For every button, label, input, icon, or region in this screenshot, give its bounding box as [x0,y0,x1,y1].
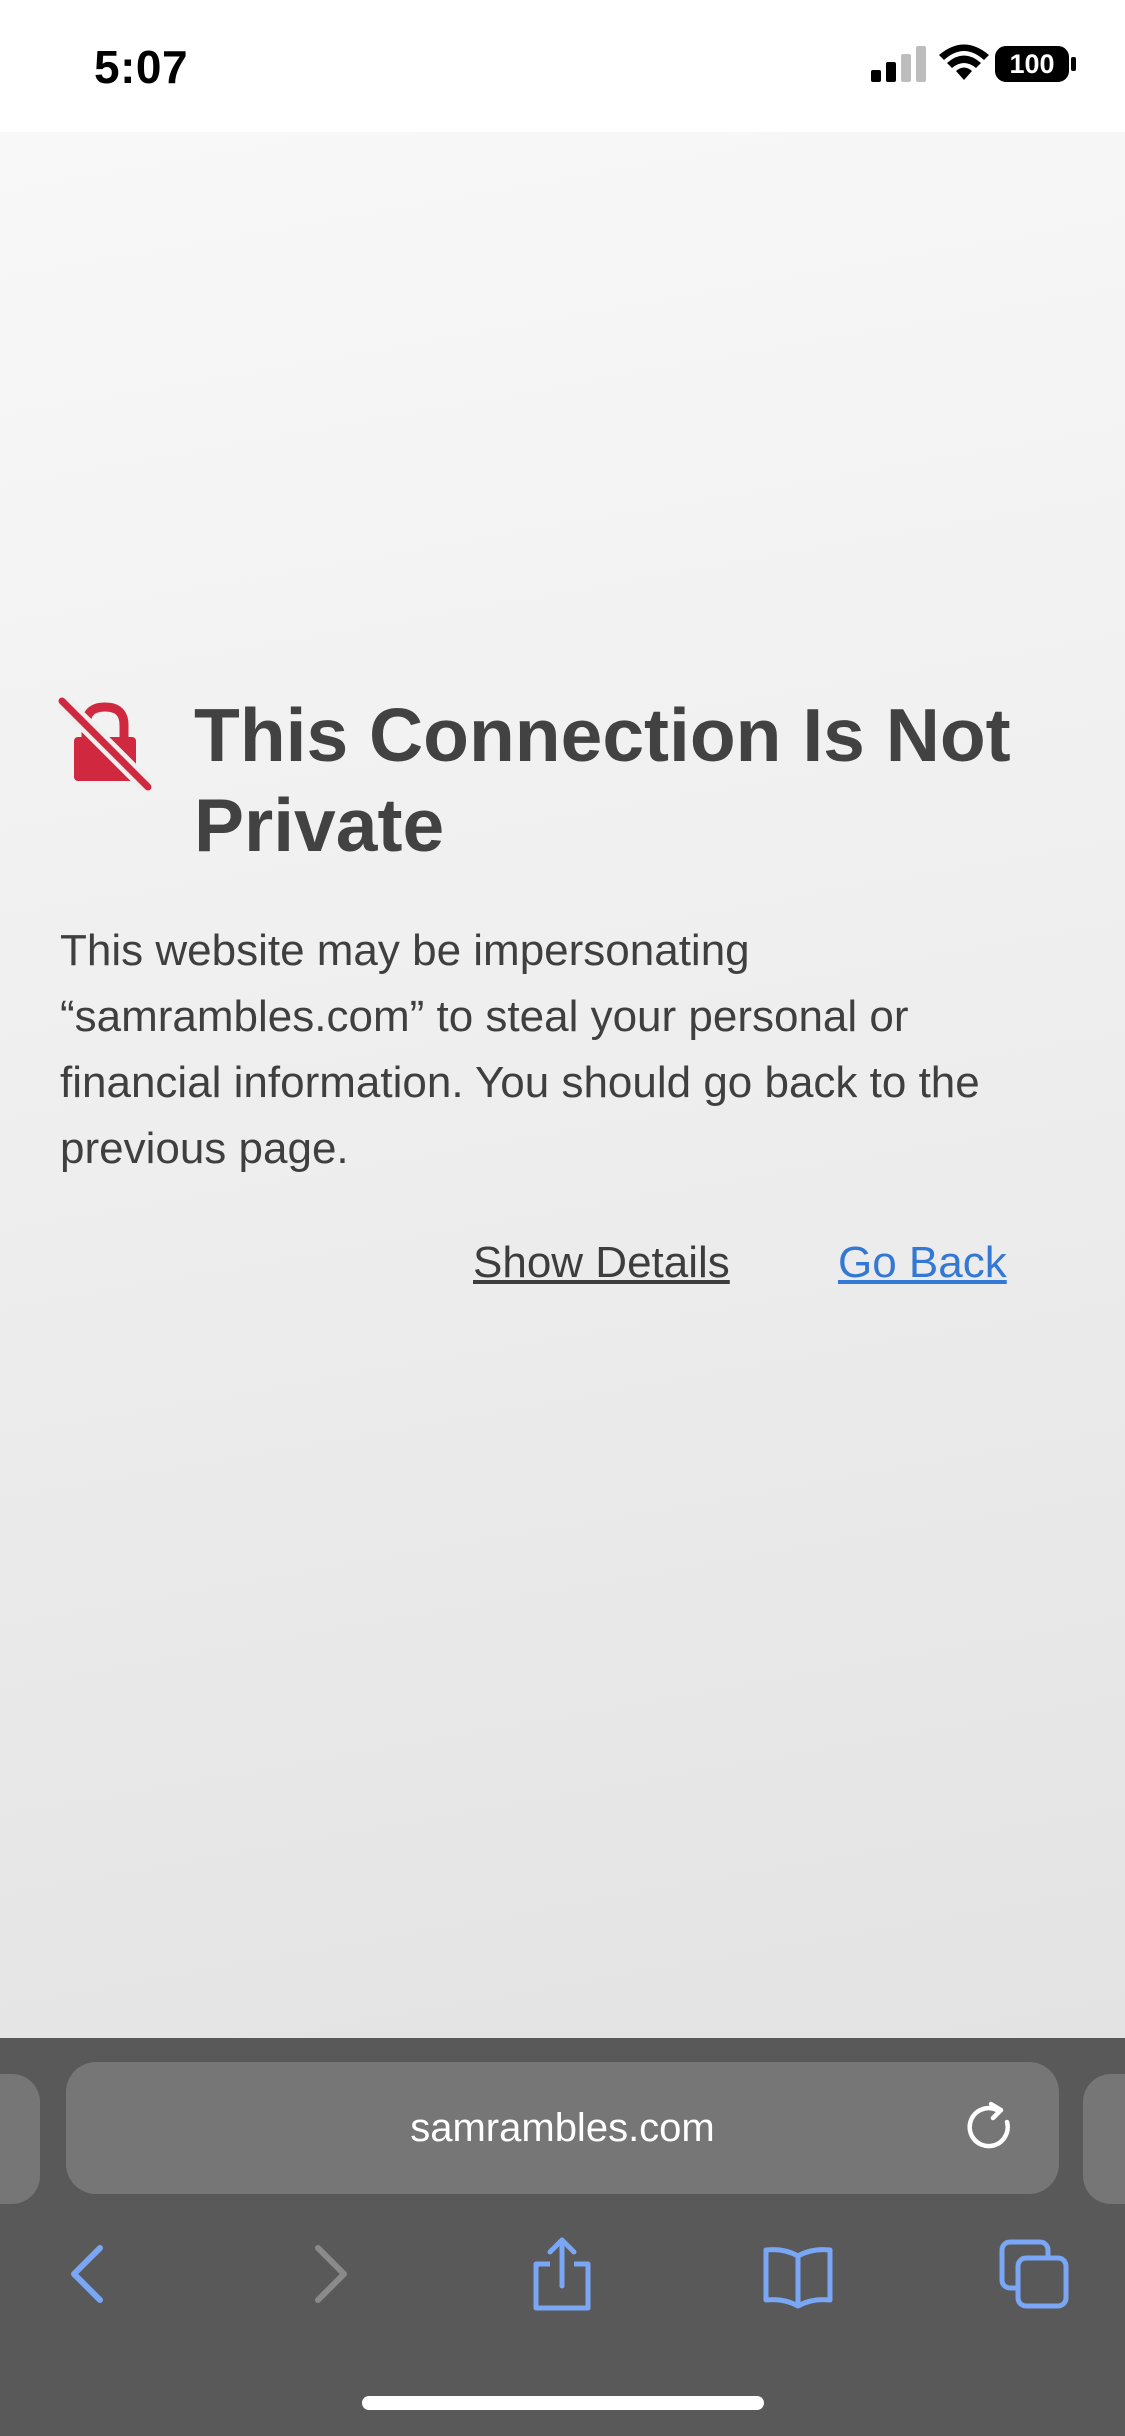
next-tab-peek[interactable] [1083,2074,1125,2204]
address-bar[interactable]: samrambles.com [66,2062,1059,2194]
crossed-lock-icon [58,697,152,791]
bookmarks-icon[interactable] [758,2234,838,2314]
back-icon[interactable] [48,2234,128,2314]
page-title: This Connection Is Not Private [194,693,1011,867]
reload-icon[interactable] [963,2100,1019,2156]
wifi-icon [939,44,989,80]
battery-level: 100 [1009,49,1055,79]
home-indicator[interactable] [362,2396,764,2410]
tabs-icon[interactable] [994,2234,1074,2314]
share-icon[interactable] [522,2234,602,2314]
error-page: This Connection Is Not Private This webs… [0,132,1125,2038]
status-time: 5:07 [94,41,189,93]
signal-icon [871,46,926,82]
warning-message: This website may be impersonating “samra… [60,926,980,1173]
forward-icon[interactable] [290,2234,370,2314]
battery-icon: 100 [995,46,1076,82]
previous-tab-peek[interactable] [0,2074,40,2204]
address-text[interactable]: samrambles.com [66,2062,1059,2194]
go-back-link[interactable]: Go Back [838,1238,1007,1288]
show-details-link[interactable]: Show Details [473,1238,730,1288]
browser-toolbar: samrambles.com [0,2038,1125,2436]
status-bar: 5:07 100 [0,0,1125,132]
